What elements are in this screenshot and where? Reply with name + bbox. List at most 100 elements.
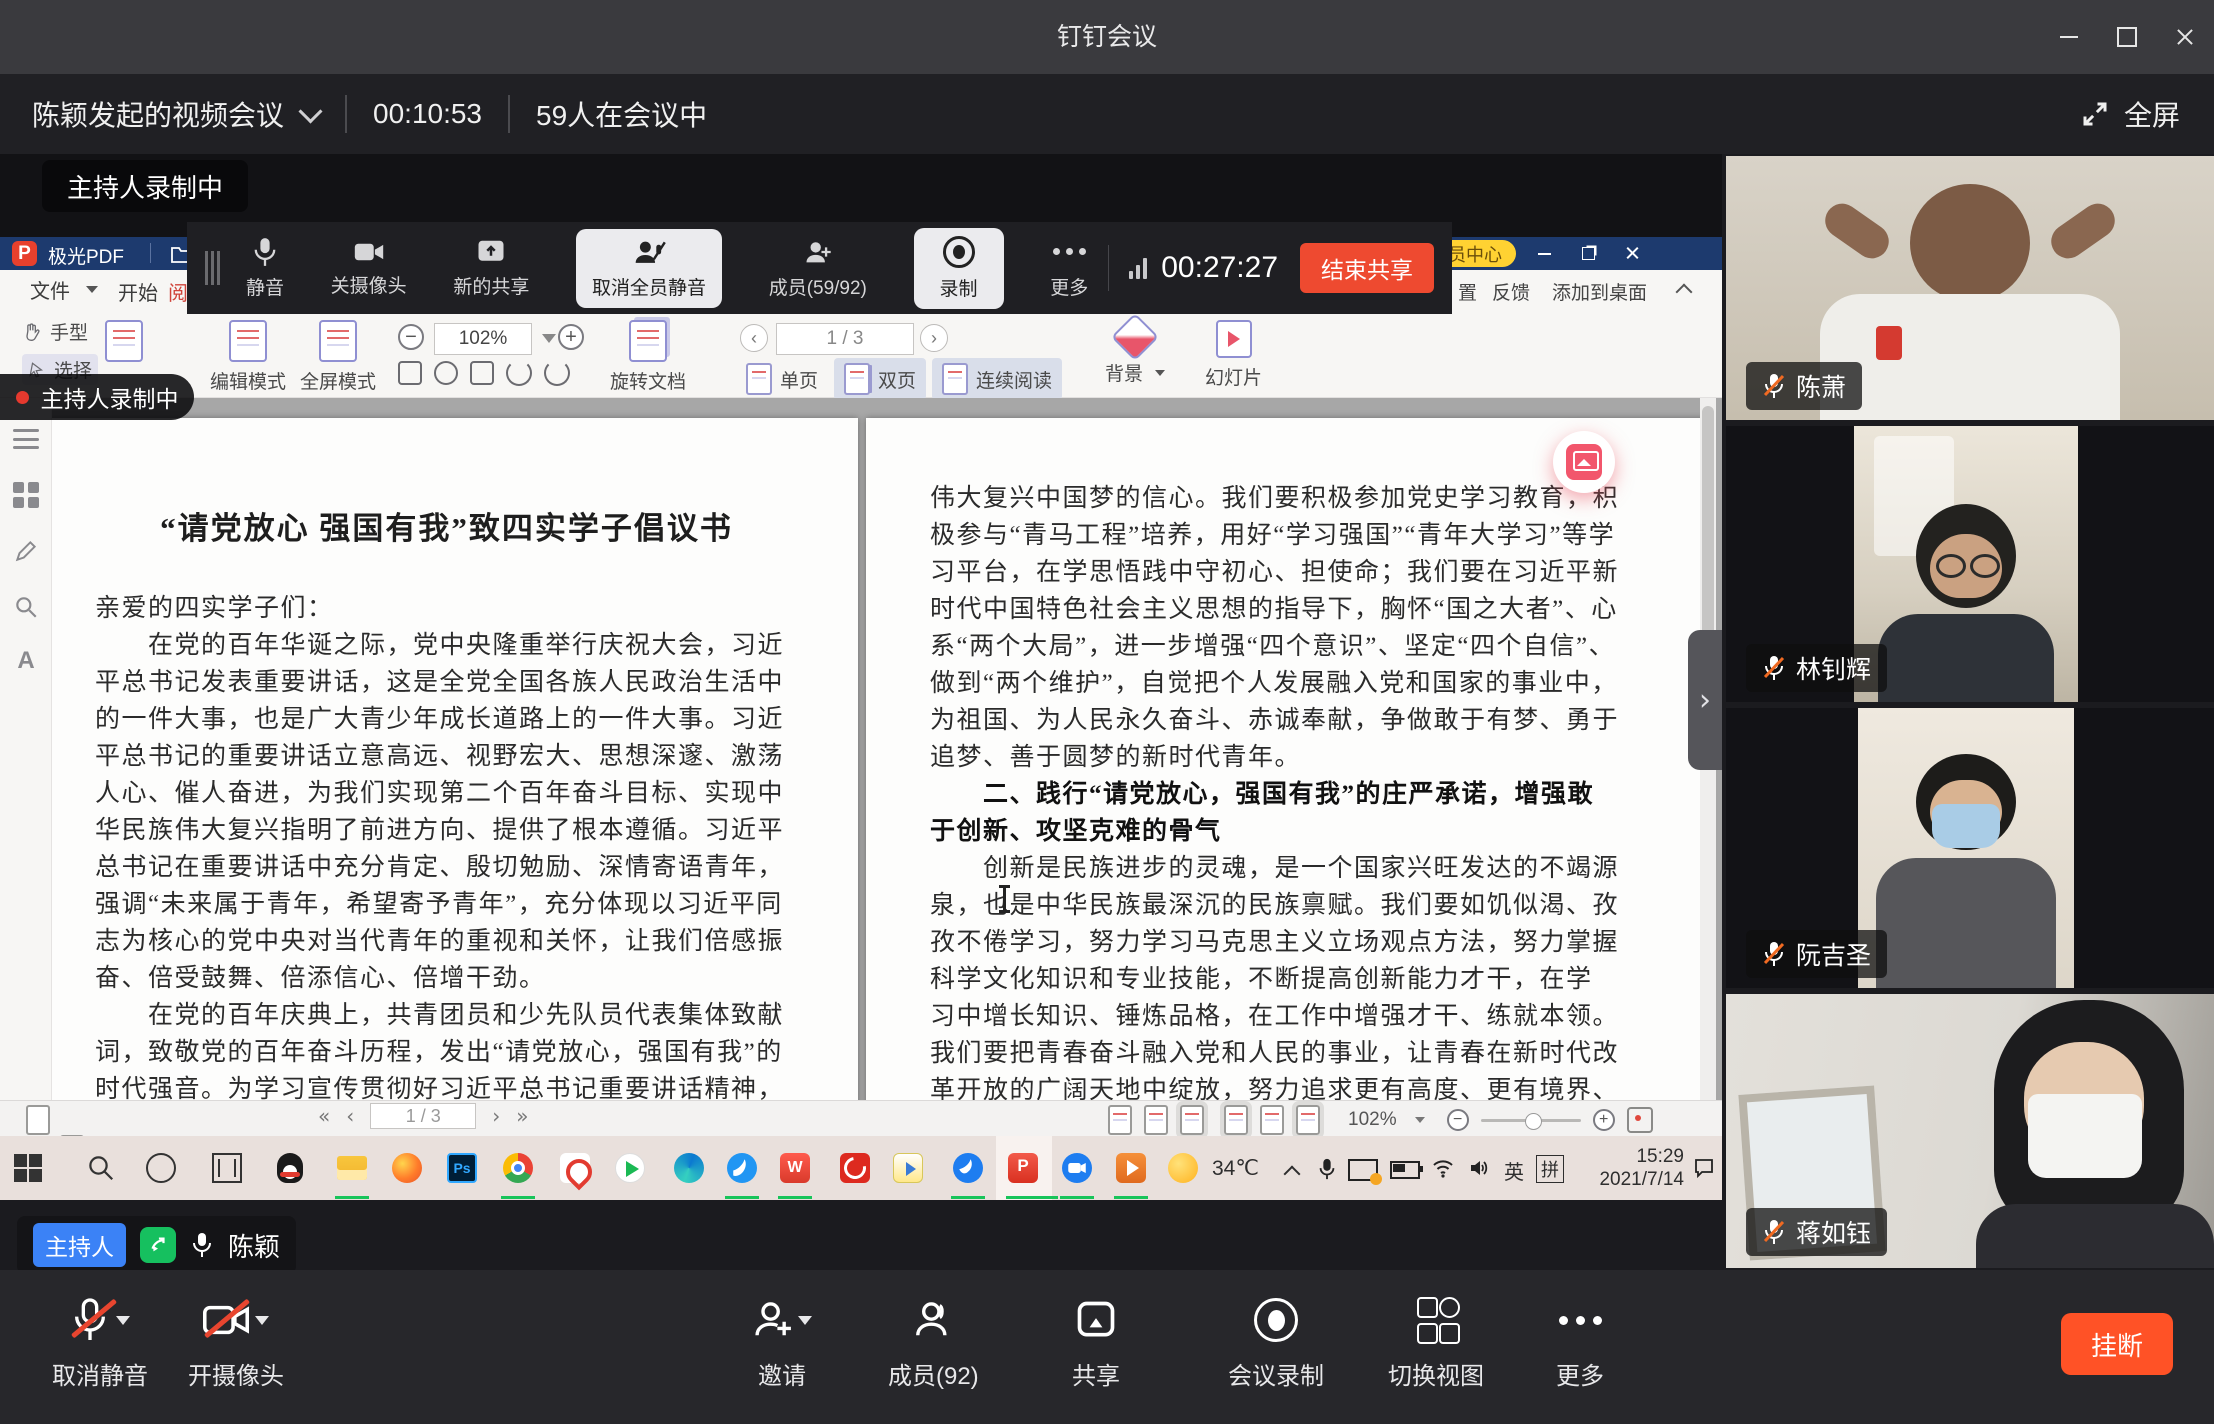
last-page-button[interactable]: » bbox=[516, 1104, 528, 1128]
menu-feedback[interactable]: 反馈 bbox=[1492, 278, 1530, 305]
end-share-button[interactable]: 结束共享 bbox=[1300, 243, 1434, 293]
caret-down-icon[interactable] bbox=[798, 1316, 812, 1325]
ime-indicator[interactable]: 拼 bbox=[1536, 1155, 1564, 1183]
zoom-caret-icon[interactable] bbox=[1415, 1117, 1425, 1123]
zoom-out-button[interactable]: − bbox=[398, 324, 424, 350]
zoom-slider[interactable] bbox=[1481, 1119, 1581, 1122]
pdf-restore-button[interactable] bbox=[1568, 237, 1608, 270]
scrollbar-thumb[interactable] bbox=[1702, 406, 1714, 636]
caret-down-icon[interactable] bbox=[116, 1316, 130, 1325]
first-page-button[interactable]: « bbox=[318, 1104, 330, 1128]
next-page-button[interactable]: › bbox=[920, 324, 948, 352]
participant-video-2[interactable]: 林钊辉 bbox=[1726, 426, 2214, 702]
caret-down-icon[interactable] bbox=[255, 1316, 269, 1325]
pdf-close-button[interactable] bbox=[1612, 237, 1652, 270]
firefox-icon[interactable] bbox=[392, 1153, 422, 1183]
record-button[interactable]: 录制 bbox=[914, 228, 1004, 309]
participant-video-3[interactable]: 阮吉圣 bbox=[1726, 708, 2214, 988]
rotate-right-icon[interactable] bbox=[544, 360, 570, 386]
edge-icon[interactable] bbox=[674, 1153, 704, 1183]
zoom-in-button[interactable]: + bbox=[1593, 1109, 1615, 1131]
invite-button[interactable]: 邀请 bbox=[752, 1294, 812, 1391]
tab-file[interactable]: 文件 bbox=[30, 270, 98, 308]
jiguang-pdf-icon[interactable]: P bbox=[1008, 1153, 1038, 1183]
task-view-icon[interactable] bbox=[212, 1153, 242, 1183]
background-button[interactable]: 背景 bbox=[1105, 320, 1165, 386]
status-zoom-value[interactable]: 102% bbox=[1348, 1109, 1397, 1131]
minimize-button[interactable] bbox=[2040, 0, 2098, 74]
collapse-ribbon-icon[interactable] bbox=[1676, 284, 1693, 301]
prev-view-icon[interactable] bbox=[26, 1105, 50, 1135]
participant-video-4[interactable]: 蒋如钰 bbox=[1726, 994, 2214, 1268]
slideshow-button[interactable]: 幻灯片 bbox=[1205, 320, 1262, 390]
fullscreen-button[interactable]: 全屏 bbox=[2080, 74, 2180, 154]
file-explorer-icon[interactable] bbox=[337, 1153, 367, 1183]
page-indicator-box[interactable]: 1 / 3 bbox=[776, 323, 914, 355]
more-button[interactable]: 更多 bbox=[1556, 1294, 1604, 1391]
search-icon[interactable] bbox=[13, 594, 39, 620]
actual-size-icon[interactable] bbox=[1108, 1105, 1132, 1135]
wps-icon[interactable]: W bbox=[780, 1153, 810, 1183]
meeting-record-button[interactable]: 会议录制 bbox=[1228, 1294, 1324, 1391]
maximize-button[interactable] bbox=[2098, 0, 2156, 74]
zoom-dropdown-caret[interactable] bbox=[542, 334, 556, 343]
battery-icon[interactable] bbox=[1390, 1161, 1420, 1179]
chrome-icon[interactable] bbox=[503, 1153, 533, 1183]
drag-handle-icon[interactable] bbox=[205, 251, 220, 285]
temperature[interactable]: 34℃ bbox=[1212, 1156, 1259, 1181]
annotate-icon[interactable] bbox=[13, 538, 39, 564]
menu-add-to-desktop[interactable]: 添加到桌面 bbox=[1552, 278, 1647, 305]
next-page-button[interactable]: › bbox=[492, 1104, 500, 1128]
red-loop-app-icon[interactable] bbox=[560, 1153, 590, 1183]
prev-page-button[interactable]: ‹ bbox=[346, 1104, 354, 1128]
notification-icon[interactable] bbox=[1692, 1156, 1716, 1180]
fit-page-icon[interactable] bbox=[434, 361, 458, 385]
language-indicator[interactable]: 英 bbox=[1504, 1156, 1524, 1185]
speaker-icon[interactable] bbox=[1466, 1156, 1492, 1180]
fit-width-icon[interactable] bbox=[470, 361, 494, 385]
meeting-camera-app-icon[interactable] bbox=[1062, 1153, 1092, 1183]
tencent-video-icon[interactable] bbox=[615, 1153, 645, 1183]
focus-mode-icon[interactable] bbox=[1627, 1107, 1653, 1133]
zoom-out-button[interactable]: − bbox=[1447, 1109, 1469, 1131]
participant-video-1[interactable]: 陈萧 bbox=[1726, 156, 2214, 420]
edit-mode-button[interactable]: 编辑模式 bbox=[210, 320, 286, 394]
clock[interactable]: 15:29 2021/7/14 bbox=[1578, 1145, 1684, 1191]
text-tool-icon[interactable]: A bbox=[13, 648, 39, 674]
fullscreen-mode-button[interactable]: 全屏模式 bbox=[300, 320, 376, 394]
chevron-down-icon[interactable] bbox=[298, 99, 322, 123]
continuous-read-button[interactable]: 连续阅读 bbox=[932, 358, 1062, 400]
menu-settings-partial[interactable]: 置 bbox=[1458, 278, 1477, 305]
tab-read-partial[interactable]: 阅 bbox=[168, 277, 188, 306]
wifi-icon[interactable] bbox=[1430, 1156, 1456, 1180]
single-page-view-icon[interactable] bbox=[1260, 1105, 1284, 1135]
meeting-title[interactable]: 陈颖发起的视频会议 bbox=[32, 94, 284, 134]
image-to-pdf-float-button[interactable] bbox=[1553, 431, 1615, 493]
hand-tool-button[interactable]: 手型 bbox=[22, 318, 88, 345]
tab-home[interactable]: 开始 bbox=[118, 277, 158, 306]
sidebar-collapse-handle[interactable]: › bbox=[1688, 630, 1722, 770]
continuous-view-icon[interactable] bbox=[1224, 1105, 1248, 1135]
blue-bird-app-icon[interactable] bbox=[727, 1153, 757, 1183]
fit-page-icon[interactable] bbox=[1144, 1105, 1168, 1135]
double-page-view-icon[interactable] bbox=[1296, 1105, 1320, 1135]
status-page-box[interactable]: 1 / 3 bbox=[370, 1103, 476, 1129]
hangup-button[interactable]: 挂断 bbox=[2061, 1313, 2173, 1375]
netease-music-icon[interactable] bbox=[840, 1153, 870, 1183]
orange-video-app-icon[interactable] bbox=[1116, 1153, 1146, 1183]
tray-mic-icon[interactable] bbox=[1316, 1156, 1338, 1182]
fit-width-icon[interactable] bbox=[1180, 1105, 1204, 1135]
cast-screen-icon[interactable] bbox=[1348, 1159, 1378, 1181]
more-button[interactable]: 更多 bbox=[1050, 237, 1088, 300]
camera-off-button[interactable]: 关摄像头 bbox=[331, 239, 407, 298]
read-mode-button[interactable] bbox=[105, 320, 143, 362]
pdf-minimize-button[interactable] bbox=[1524, 237, 1564, 270]
close-button[interactable] bbox=[2156, 0, 2214, 74]
qq-icon[interactable] bbox=[277, 1153, 307, 1183]
members-button[interactable]: 成员(59/92) bbox=[769, 237, 867, 300]
photoshop-icon[interactable]: Ps bbox=[447, 1153, 477, 1183]
unmute-button[interactable]: 取消静音 bbox=[52, 1294, 148, 1391]
zoom-in-button[interactable]: + bbox=[558, 324, 584, 350]
prev-page-button[interactable]: ‹ bbox=[740, 324, 768, 352]
dingtalk-icon[interactable] bbox=[953, 1153, 983, 1183]
